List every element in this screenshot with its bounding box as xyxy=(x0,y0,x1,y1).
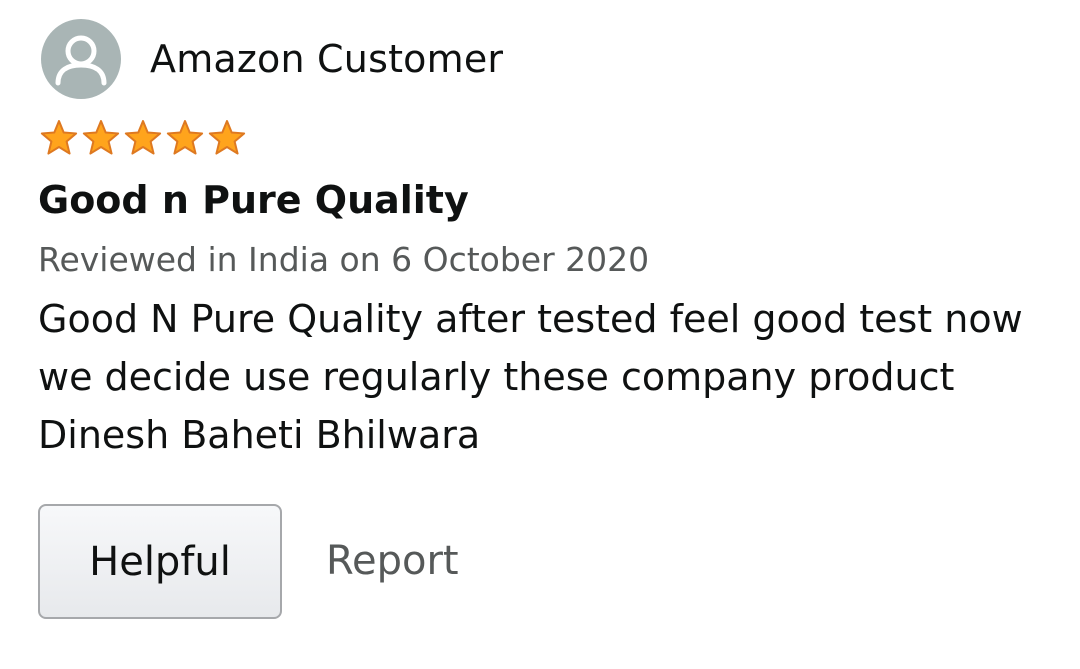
star-filled-icon xyxy=(124,120,162,155)
review-header: Amazon Customer xyxy=(41,19,503,99)
review-date: Reviewed in India on 6 October 2020 xyxy=(38,240,650,279)
star-filled-icon xyxy=(166,120,204,155)
star-rating xyxy=(38,118,248,158)
star-filled-icon xyxy=(208,120,246,155)
user-silhouette-icon xyxy=(55,35,107,86)
report-link[interactable]: Report xyxy=(326,538,459,584)
avatar xyxy=(41,19,121,99)
star-filled-icon xyxy=(82,120,120,155)
star-filled-icon xyxy=(40,120,78,155)
review-title: Good n Pure Quality xyxy=(38,178,469,222)
review-card: Amazon Customer Good n Pure Quality Revi… xyxy=(0,0,1080,669)
review-body: Good N Pure Quality after tested feel go… xyxy=(38,297,1023,457)
helpful-button[interactable]: Helpful xyxy=(38,504,282,619)
author-name: Amazon Customer xyxy=(150,37,504,81)
